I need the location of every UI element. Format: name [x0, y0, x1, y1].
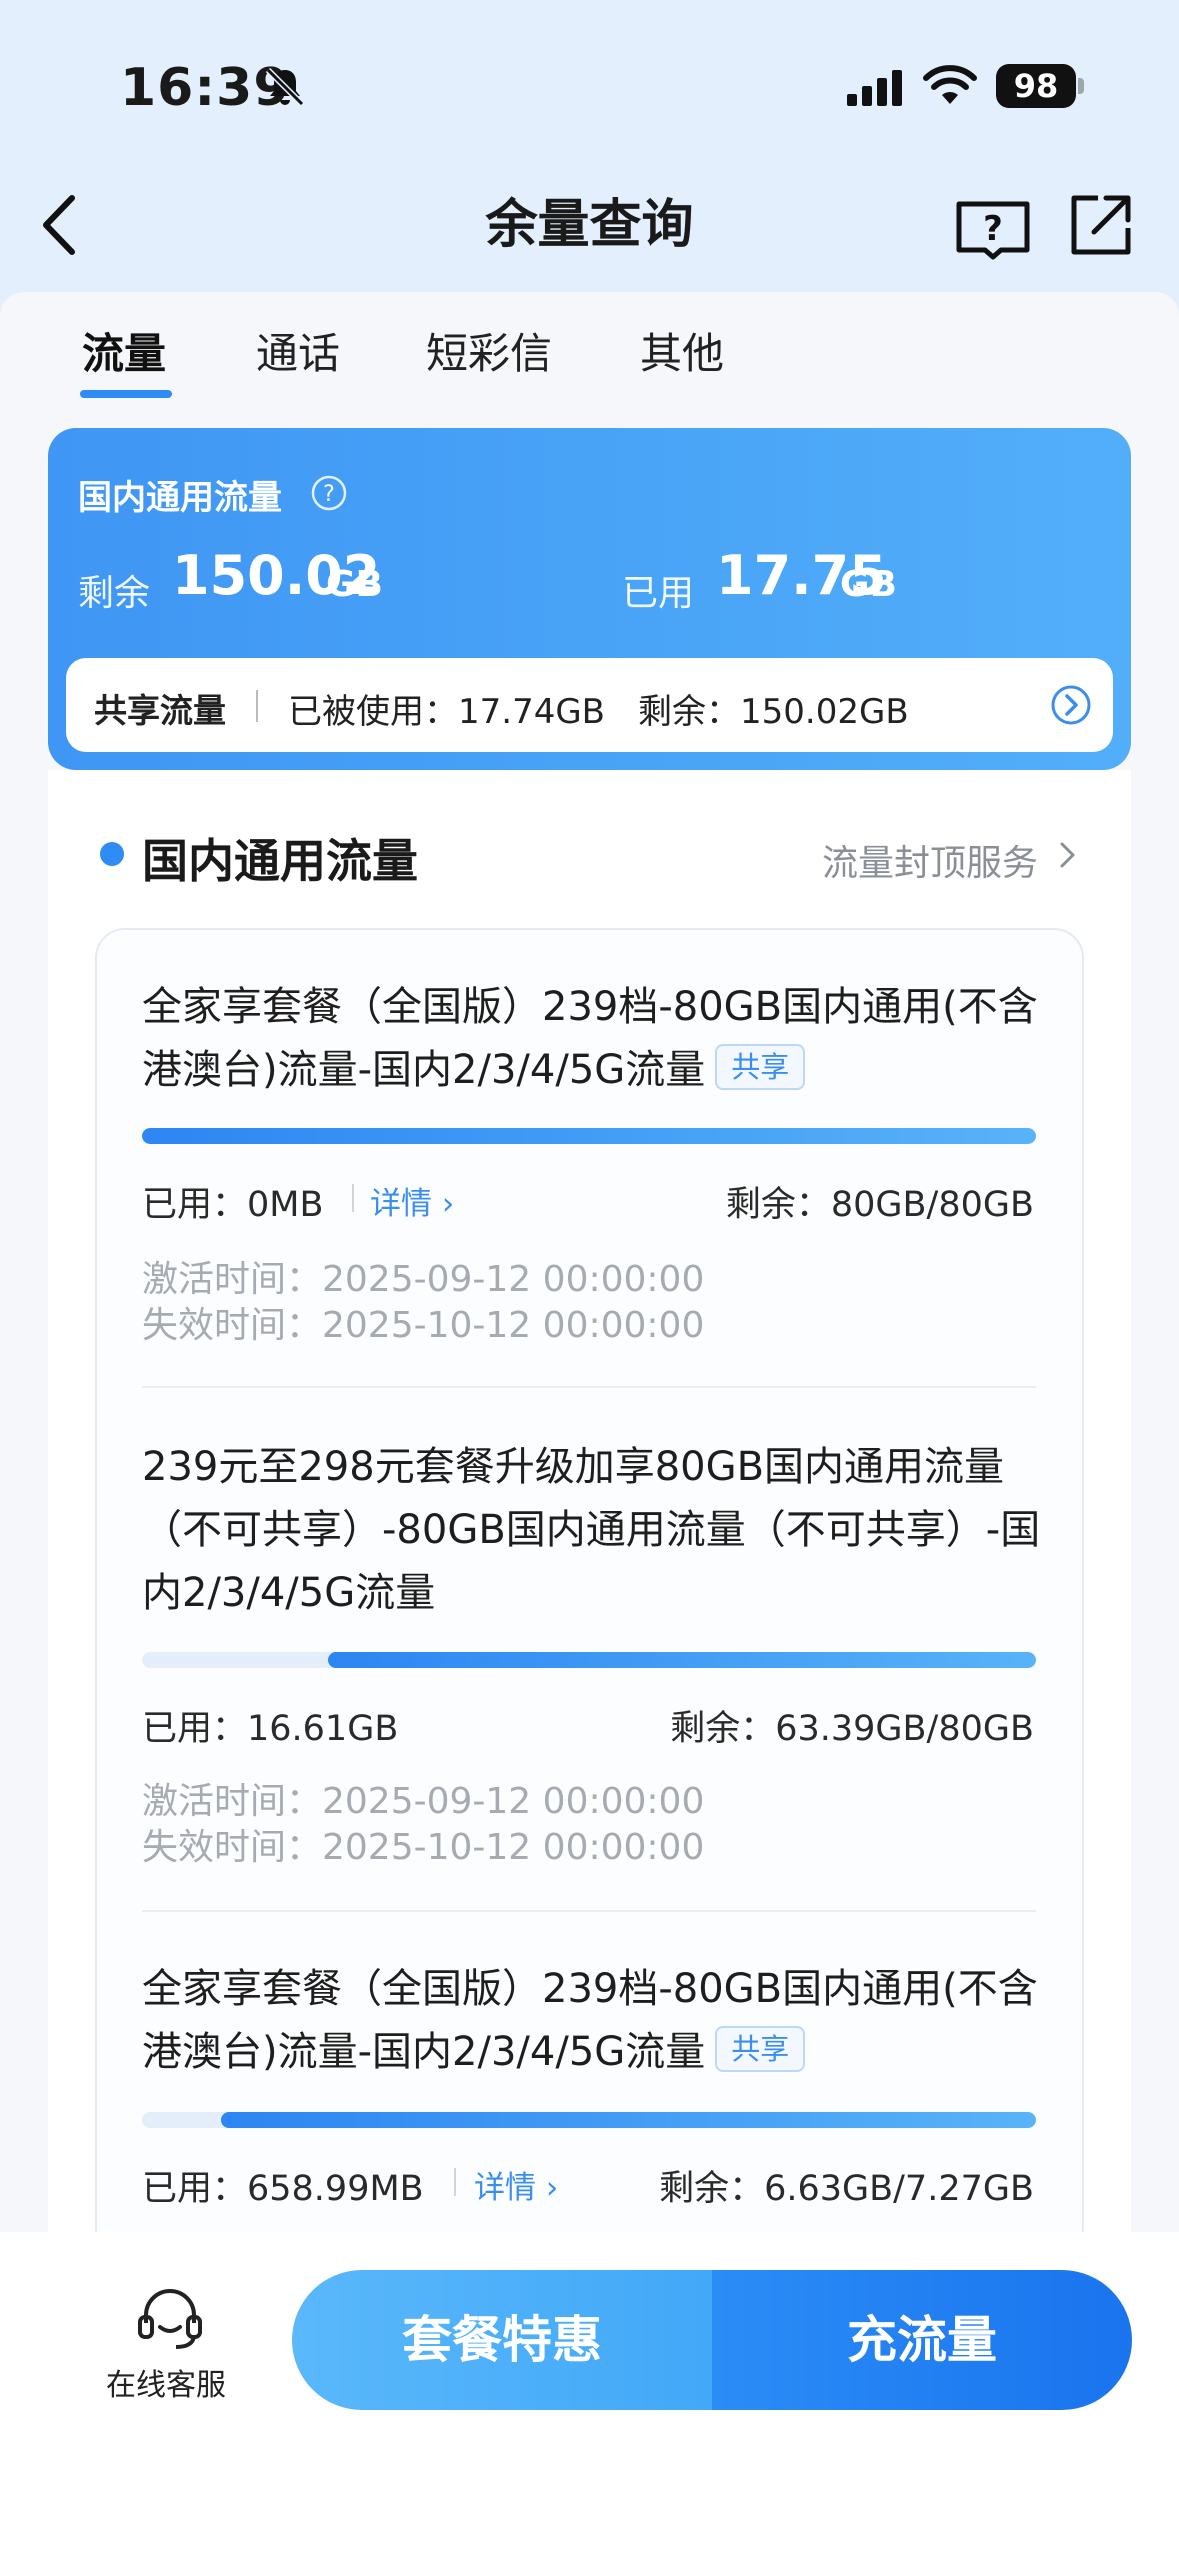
shared-tag: 共享 — [715, 2026, 806, 2072]
item-divider — [142, 1386, 1036, 1388]
recharge-data-button[interactable]: 充流量 — [712, 2270, 1132, 2410]
share-icon[interactable] — [1068, 192, 1134, 258]
package-title-text: 全家享套餐（全国版）239档-80GB国内通用(不含港澳台)流量-国内2/3/4… — [142, 1966, 1038, 2075]
back-chevron-icon[interactable] — [36, 190, 86, 260]
help-book-icon[interactable]: ? — [955, 196, 1031, 260]
expire-time: 失效时间：2025-10-12 00:00:00 — [142, 1305, 705, 1346]
shared-divider — [256, 690, 258, 722]
detail-link-label: 详情 — [370, 1186, 432, 1222]
shared-used: 已被使用：17.74GB — [288, 692, 606, 732]
headset-icon[interactable] — [136, 2285, 204, 2351]
tab-sms[interactable]: 短彩信 — [426, 326, 552, 382]
summary-title: 国内通用流量 — [78, 478, 282, 518]
data-cap-service-link[interactable]: 流量封顶服务 — [822, 834, 1038, 886]
remain-amount: 剩余：6.63GB/7.27GB — [659, 2169, 1034, 2209]
detail-separator — [454, 2168, 456, 2196]
usage-bar-fill — [221, 2112, 1036, 2128]
detail-link-label: 详情 — [474, 2170, 536, 2206]
usage-bar — [142, 1128, 1036, 1144]
svg-text:?: ? — [323, 482, 335, 507]
detail-link[interactable]: 详情 › — [370, 1178, 454, 1223]
item-divider — [142, 1910, 1036, 1912]
activate-time: 激活时间：2025-09-12 00:00:00 — [142, 1781, 705, 1822]
remain-unit: GB — [326, 564, 383, 605]
package-title: 全家享套餐（全国版）239档-80GB国内通用(不含港澳台)流量-国内2/3/4… — [142, 976, 1042, 1102]
remain-amount: 剩余：80GB/80GB — [725, 1185, 1034, 1225]
section-title: 国内通用流量 — [142, 834, 418, 888]
usage-bar-fill — [327, 1652, 1036, 1668]
usage-bar — [142, 2112, 1036, 2128]
active-tab-indicator — [80, 390, 172, 398]
summary-card: 国内通用流量 ? 剩余 150.02 GB 已用 17.75 GB 共享流量 已… — [48, 428, 1131, 770]
shared-remain: 剩余：150.02GB — [638, 692, 909, 732]
chevron-right-icon[interactable] — [1056, 838, 1078, 872]
usage-bar-fill — [142, 1128, 1036, 1144]
status-bar: 16:39 98 — [0, 0, 1179, 175]
online-service-label[interactable]: 在线客服 — [106, 2360, 226, 2404]
used-unit: GB — [840, 564, 897, 605]
shared-data-row[interactable]: 共享流量 已被使用：17.74GB 剩余：150.02GB — [66, 658, 1113, 752]
tab-calls[interactable]: 通话 — [256, 326, 340, 382]
tab-other[interactable]: 其他 — [640, 326, 724, 382]
used-label: 已用 — [622, 573, 695, 614]
detail-separator — [352, 1184, 354, 1212]
used-amount: 已用：16.61GB — [142, 1709, 399, 1749]
bell-slash-icon — [265, 67, 305, 107]
battery-indicator: 98 — [996, 64, 1076, 108]
shared-tag: 共享 — [715, 1044, 806, 1090]
package-deals-button[interactable]: 套餐特惠 — [292, 2270, 712, 2410]
signal-icon — [847, 70, 902, 106]
used-amount: 已用：0MB — [142, 1185, 324, 1225]
package-title-text: 全家享套餐（全国版）239档-80GB国内通用(不含港澳台)流量-国内2/3/4… — [142, 984, 1038, 1093]
package-title: 239元至298元套餐升级加享80GB国内通用流量（不可共享）-80GB国内通用… — [142, 1444, 1041, 1616]
arrow-circle-icon[interactable] — [1050, 684, 1092, 726]
wifi-icon — [923, 65, 977, 104]
used-amount: 已用：658.99MB — [142, 2169, 424, 2209]
question-circle-icon[interactable]: ? — [310, 474, 348, 512]
tab-data[interactable]: 流量 — [82, 326, 166, 382]
shared-label: 共享流量 — [94, 691, 226, 730]
tab-bar: 流量 通话 短彩信 其他 — [0, 292, 1179, 412]
remain-label: 剩余 — [78, 573, 151, 614]
svg-text:?: ? — [983, 209, 1003, 249]
section-dot — [100, 842, 124, 866]
detail-link[interactable]: 详情 › — [474, 2162, 558, 2207]
package-title: 全家享套餐（全国版）239档-80GB国内通用(不含港澳台)流量-国内2/3/4… — [142, 1958, 1042, 2084]
battery-cap — [1078, 78, 1084, 94]
expire-time: 失效时间：2025-10-12 00:00:00 — [142, 1827, 705, 1868]
usage-bar — [142, 1652, 1036, 1668]
activate-time: 激活时间：2025-09-12 00:00:00 — [142, 1259, 705, 1300]
remain-amount: 剩余：63.39GB/80GB — [670, 1709, 1034, 1749]
